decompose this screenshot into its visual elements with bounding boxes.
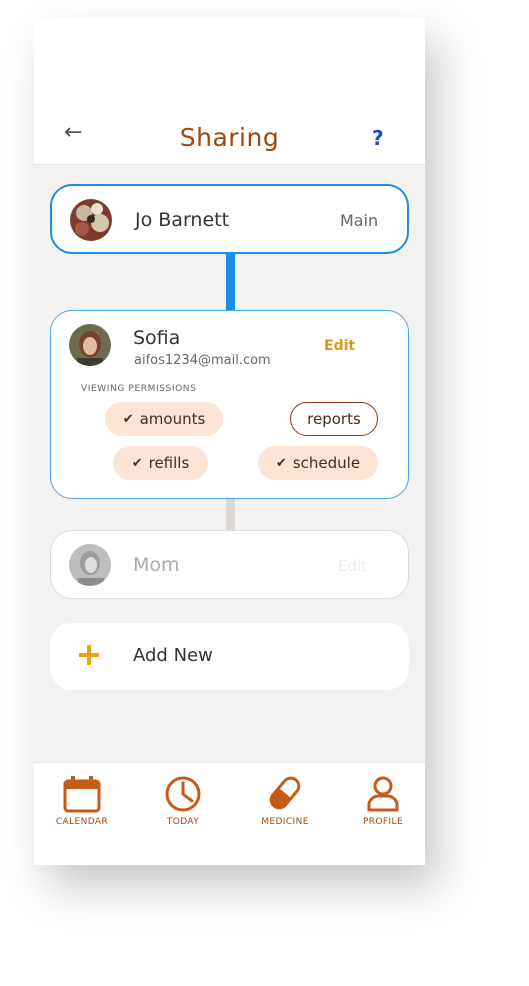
nav-label: TODAY (166, 817, 200, 827)
avatar (70, 199, 112, 241)
avatar (69, 544, 111, 586)
chip-label: amounts (139, 410, 206, 428)
user-email: aifos1234@mail.com (134, 353, 271, 368)
permissions-title: VIEWING PERMISSIONS (81, 384, 197, 394)
permission-chip-schedule[interactable]: ✔ schedule (258, 446, 378, 480)
check-icon: ✔ (122, 411, 134, 427)
check-icon: ✔ (131, 455, 143, 471)
nav-label: MEDICINE (261, 817, 309, 827)
user-icon (367, 776, 399, 812)
nav-calendar[interactable]: CALENDAR (42, 773, 122, 827)
pill-icon (269, 776, 301, 810)
connector-line (226, 254, 235, 310)
user-name: Sofia (133, 327, 181, 349)
add-new-button[interactable]: Add New (50, 623, 409, 690)
main-user-card[interactable]: Jo Barnett Main (50, 184, 409, 254)
chip-label: refills (148, 454, 190, 472)
nav-profile[interactable]: PROFILE (343, 773, 423, 827)
avatar (69, 324, 111, 366)
edit-button[interactable]: Edit (324, 338, 355, 354)
user-name: Mom (133, 554, 180, 576)
permission-chip-refills[interactable]: ✔ refills (113, 446, 208, 480)
clock-icon (165, 776, 201, 812)
connector-line (226, 499, 235, 530)
main-label: Main (340, 211, 379, 230)
nav-today[interactable]: TODAY (143, 773, 223, 827)
nav-label: CALENDAR (55, 817, 109, 827)
edit-button[interactable]: Edit (338, 557, 367, 575)
nav-label: PROFILE (362, 817, 404, 827)
check-icon: ✔ (275, 455, 287, 471)
app-screen: ← Sharing ? Jo Barnett Main Sofia aifos1… (34, 18, 425, 865)
calendar-icon (63, 776, 101, 813)
nav-medicine[interactable]: MEDICINE (245, 773, 325, 827)
permission-chip-amounts[interactable]: ✔ amounts (105, 402, 223, 436)
page-title: Sharing (179, 123, 280, 152)
permission-chip-reports[interactable]: reports (290, 402, 378, 436)
chip-label: reports (307, 410, 361, 428)
chip-label: schedule (292, 454, 361, 472)
help-icon[interactable]: ? (372, 126, 384, 150)
shared-user-card: Mom Edit (50, 530, 409, 599)
shared-user-card: Sofia aifos1234@mail.com Edit VIEWING PE… (50, 310, 409, 499)
user-name: Jo Barnett (135, 209, 230, 231)
plus-icon (78, 644, 100, 670)
header: ← Sharing ? (34, 18, 425, 165)
add-new-label: Add New (133, 645, 213, 666)
bottom-navigation: CALENDAR TODAY MEDICINE PROFILE (34, 762, 425, 865)
